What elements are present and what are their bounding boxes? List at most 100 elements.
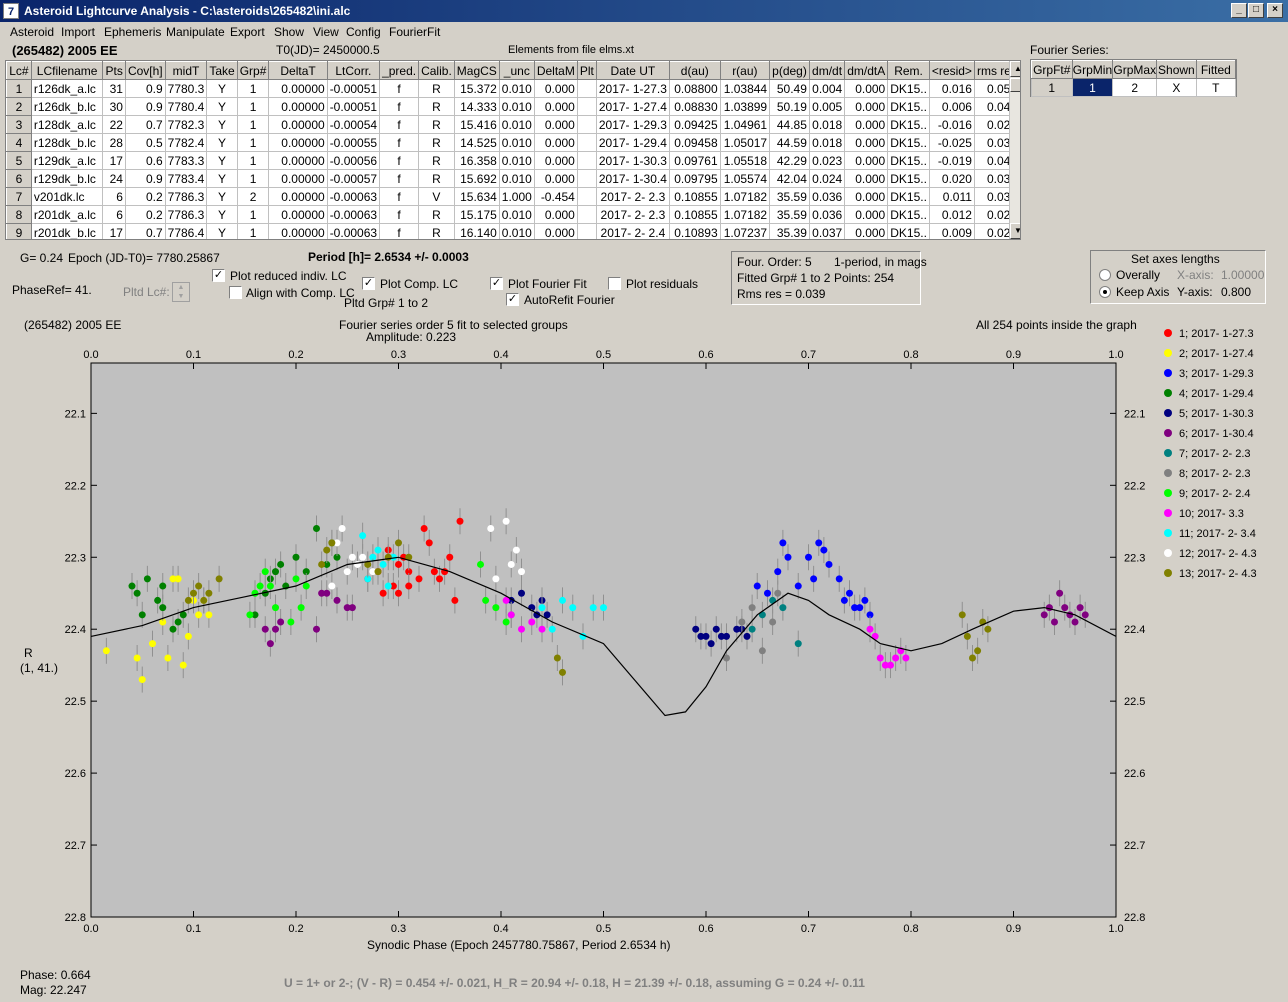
table-cell[interactable]: -0.00063 [327,187,381,206]
table-cell[interactable]: 7782.3 [165,115,208,134]
table-row[interactable]: 6 r129dk_b.lc 24 0.9 7783.4 Y 1 0.00000 -0.00057… [6,169,1020,188]
row-header[interactable]: 9 [6,223,32,239]
yaxis-value[interactable]: 0.800 [1221,285,1251,299]
table-cell[interactable]: 28 [102,133,126,152]
table-cell[interactable]: 22 [102,115,126,134]
table-cell[interactable]: Y [206,133,238,152]
table-cell[interactable]: 2017- 1-27.3 [596,79,670,98]
table-cell[interactable]: R [418,133,455,152]
col-header[interactable]: Calib. [418,61,455,80]
table-cell[interactable]: 42.29 [769,151,810,170]
menu-asteroid[interactable]: Asteroid [10,25,54,39]
table-cell[interactable]: 0.000 [844,115,889,134]
table-cell[interactable]: 0.00000 [268,187,328,206]
table-cell[interactable]: 0.09458 [669,133,721,152]
table-cell[interactable]: 1 [237,133,270,152]
table-cell[interactable]: 2017- 1-30.3 [596,151,670,170]
table-cell[interactable]: 50.19 [769,97,810,116]
table-cell[interactable]: 7786.3 [165,187,208,206]
table-cell[interactable]: 0.004 [809,79,846,98]
table-row[interactable]: 2 r126dk_b.lc 30 0.9 7780.4 Y 1 0.00000 -0.00051… [6,97,1020,116]
close-button[interactable]: × [1267,3,1283,18]
menu-fourierfit[interactable]: FourierFit [389,25,440,39]
table-cell[interactable]: 0.000 [844,133,889,152]
table-cell[interactable]: 0.00000 [268,97,328,116]
table-cell[interactable]: R [418,151,455,170]
col-header[interactable]: p(deg) [769,61,810,80]
table-cell[interactable]: 1.07182 [720,205,771,224]
table-cell[interactable]: Y [206,151,238,170]
col-header[interactable]: d(au) [668,61,721,80]
table-cell[interactable]: 7783.3 [165,151,208,170]
table-cell[interactable]: f [379,223,420,239]
table-cell[interactable]: 17 [102,223,126,239]
table-cell[interactable]: f [379,133,420,152]
table-cell[interactable]: 0.000 [844,79,889,98]
table-cell[interactable]: 0.010 [499,97,535,116]
table-row[interactable]: 9 r201dk_b.lc 17 0.7 7786.4 Y 1 0.00000 -0.00063… [6,223,1020,239]
table-cell[interactable] [577,187,597,206]
plot-comp-checkbox[interactable]: ✓ [362,277,375,290]
table-cell[interactable]: DK15.. [887,133,930,152]
scroll-up-icon[interactable]: ▲ [1010,61,1020,77]
table-cell[interactable]: 0.010 [499,169,535,188]
pltd-lc-spinner[interactable]: ▲ ▼ [172,282,190,302]
autorefit-checkbox[interactable]: ✓ [506,293,519,306]
table-cell[interactable]: r129dk_b.lc [31,169,104,188]
table-cell[interactable]: 0.010 [499,79,535,98]
table-cell[interactable]: Y [206,97,238,116]
table-cell[interactable]: 0.08800 [669,79,721,98]
table-cell[interactable]: 6 [102,205,126,224]
table-cell[interactable]: Y [206,205,238,224]
table-cell[interactable] [577,205,597,224]
table-cell[interactable]: 2017- 1-29.3 [596,115,670,134]
table-cell[interactable]: R [418,115,455,134]
lightcurve-plot[interactable]: 0.0 0.0 0.1 0.1 0.2 0.2 0.3 0.3 0.4 0.4 0.5 0.5 0.6 0… [19,313,1269,957]
table-cell[interactable]: 35.39 [769,223,810,239]
table-cell[interactable]: 1 [237,115,270,134]
menu-manipulate[interactable]: Manipulate [166,25,225,39]
col-header[interactable]: _pred. [379,61,420,80]
col-header[interactable]: midT [164,61,208,80]
table-cell[interactable]: 42.04 [769,169,810,188]
row-header[interactable]: 7 [6,187,32,206]
table-cell[interactable] [577,115,597,134]
table-cell[interactable]: R [418,169,455,188]
table-cell[interactable]: DK15.. [887,187,930,206]
table-cell[interactable]: 0.037 [809,223,846,239]
table-cell[interactable]: 1.07182 [720,187,771,206]
table-cell[interactable]: 44.59 [769,133,810,152]
table-cell[interactable]: 15.416 [454,115,500,134]
table-cell[interactable]: Y [206,169,238,188]
plot-residuals-checkbox[interactable] [608,277,621,290]
table-cell[interactable]: 1 [237,205,270,224]
table-cell[interactable]: 0.010 [499,133,535,152]
table-cell[interactable]: 0.010 [499,223,535,239]
table-cell[interactable] [577,151,597,170]
table-cell[interactable]: -0.00063 [327,205,381,224]
col-header[interactable]: <resid> [928,61,975,80]
table-cell[interactable]: 0.000 [844,187,889,206]
fourier-cell-fitted[interactable]: T [1195,78,1237,97]
table-cell[interactable]: f [379,97,420,116]
table-cell[interactable]: 0.005 [809,97,846,116]
table-row[interactable]: 5 r129dk_a.lc 17 0.6 7783.3 Y 1 0.00000 -0.00056… [6,151,1020,170]
table-scrollbar[interactable]: ▲ ▼ [1009,61,1020,239]
table-cell[interactable]: 0.00000 [268,223,328,239]
align-comp-checkbox[interactable] [229,286,242,299]
table-cell[interactable]: 2 [237,187,270,206]
table-cell[interactable]: 1.04961 [720,115,771,134]
table-cell[interactable]: 0.000 [534,133,578,152]
col-header[interactable]: MagCS [453,61,500,80]
row-header[interactable]: 2 [6,97,32,116]
table-cell[interactable]: 0.09425 [669,115,721,134]
table-cell[interactable]: 1.05017 [720,133,771,152]
table-cell[interactable]: 16.140 [454,223,500,239]
table-cell[interactable] [577,133,597,152]
table-cell[interactable]: 0.00000 [268,79,328,98]
table-cell[interactable]: 0.000 [844,169,889,188]
table-cell[interactable]: f [379,169,420,188]
table-cell[interactable]: 0.009 [929,223,975,239]
table-cell[interactable]: 2017- 2- 2.4 [596,223,670,239]
table-cell[interactable]: 0.09761 [669,151,721,170]
